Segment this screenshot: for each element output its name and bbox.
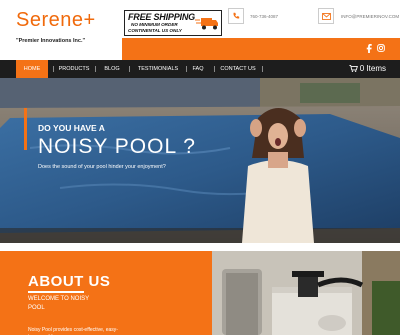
email-address[interactable]: INFO@PREMIERINOV.COM: [341, 14, 399, 19]
phone-icon[interactable]: [228, 8, 244, 24]
site-logo[interactable]: Serene+: [16, 9, 96, 32]
nav-divider: [262, 66, 263, 72]
hero-accent-bar: [24, 108, 27, 150]
logo-plus: +: [83, 9, 96, 31]
hero-subtitle: Does the sound of your pool hinder your …: [38, 164, 166, 170]
about-panel: ABOUT US WELCOME TO NOISY POOL Noisy Poo…: [0, 251, 222, 335]
nav-faq[interactable]: FAQ: [190, 60, 206, 78]
hero-banner: DO YOU HAVE A NOISY POOL ? Does the soun…: [0, 78, 400, 243]
nav-contact-us[interactable]: CONTACT US: [218, 60, 258, 78]
about-description: Noisy Pool provides cost-effective, easy…: [28, 327, 118, 335]
nav-divider: [186, 66, 187, 72]
truck-icon: [195, 18, 218, 30]
shipping-title: FREE SHIPPING: [128, 12, 195, 22]
about-subtitle: WELCOME TO NOISY POOL: [28, 296, 90, 311]
envelope-icon[interactable]: [318, 8, 334, 24]
main-nav: HOME PRODUCTS BLOG TESTIMONIALS FAQ CONT…: [0, 60, 400, 78]
facebook-icon[interactable]: [366, 44, 372, 55]
page: Serene+ "Premier Innovations Inc." FREE …: [0, 0, 400, 335]
shipping-line-2: CONTINENTAL US ONLY: [128, 28, 182, 33]
about-section: ABOUT US WELCOME TO NOISY POOL Noisy Poo…: [0, 243, 400, 335]
phone-number[interactable]: 760-736-4087: [250, 14, 278, 19]
nav-products[interactable]: PRODUCTS: [56, 60, 92, 78]
logo-text: Serene: [16, 9, 84, 31]
hero-title: NOISY POOL ?: [38, 135, 196, 158]
about-title-underline: [28, 291, 84, 293]
instagram-icon[interactable]: [377, 44, 385, 54]
header-orange-band: [122, 38, 400, 60]
nav-divider: [214, 66, 215, 72]
nav-divider: [95, 66, 96, 72]
nav-home[interactable]: HOME: [16, 60, 48, 78]
nav-testimonials[interactable]: TESTIMONIALS: [134, 60, 182, 78]
pump-photo: [212, 251, 400, 335]
cart-icon: [348, 64, 360, 73]
nav-divider: [129, 66, 130, 72]
about-title: ABOUT US: [28, 273, 111, 290]
cart-link[interactable]: 0 Items: [348, 60, 386, 78]
hero-pool-image: [0, 78, 400, 243]
free-shipping-banner: FREE SHIPPING NO MINIMUM ORDER CONTINENT…: [124, 10, 222, 36]
shipping-line-1: NO MINIMUM ORDER: [131, 22, 178, 27]
tagline: "Premier Innovations Inc.": [16, 38, 86, 44]
nav-blog[interactable]: BLOG: [100, 60, 124, 78]
hero-pretitle: DO YOU HAVE A: [38, 123, 105, 133]
nav-divider: [53, 66, 54, 72]
cart-count: 0 Items: [359, 64, 386, 73]
